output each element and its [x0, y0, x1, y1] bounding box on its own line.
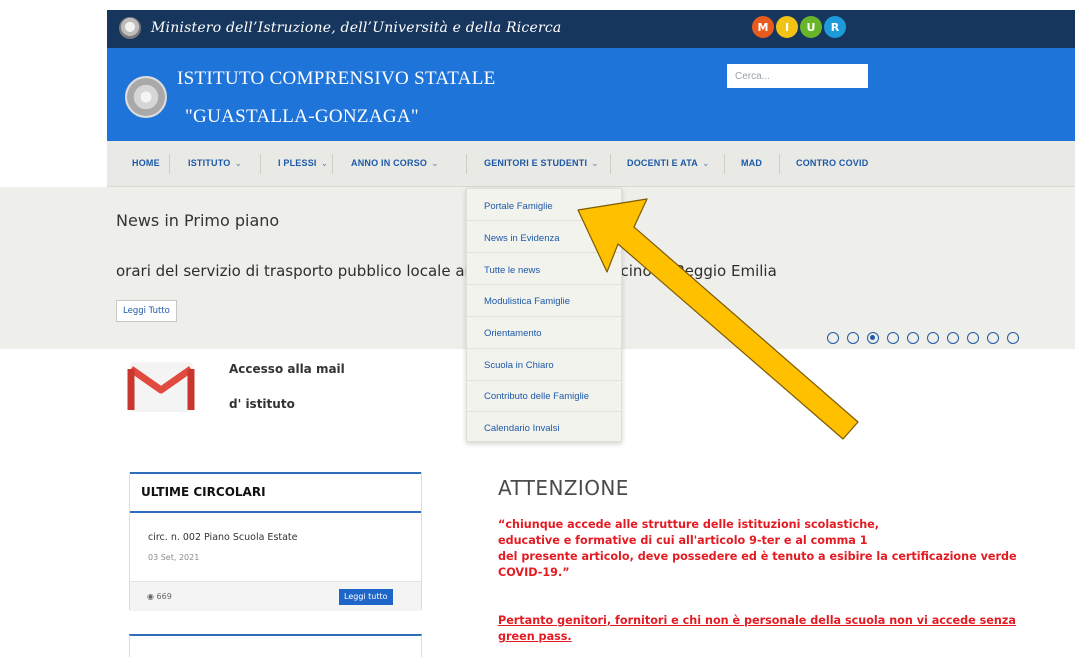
nav-separator: [169, 154, 170, 174]
menu-divider: [467, 380, 621, 381]
genitori-studenti-dropdown: Portale Famiglie News in Evidenza Tutte …: [466, 188, 622, 442]
italian-republic-emblem-icon: [119, 17, 141, 39]
menu-divider: [467, 411, 621, 412]
search-input[interactable]: [727, 64, 868, 88]
circolari-widget: ULTIME CIRCOLARI circ. n. 002 Piano Scuo…: [129, 472, 422, 611]
nav-separator: [260, 154, 261, 174]
main-navigation: HOME ISTITUTO ⌄ I PLESSI ⌄ ANNO IN CORSO ⌄ …: [107, 141, 1075, 187]
nav-separator: [724, 154, 725, 174]
nav-label: HOME: [132, 158, 160, 168]
nav-istituto[interactable]: ISTITUTO ⌄: [188, 158, 242, 169]
nav-label: ISTITUTO: [188, 158, 231, 168]
nav-mad[interactable]: MAD: [741, 158, 762, 168]
school-name-line1: ISTITUTO COMPRENSIVO STATALE: [177, 68, 496, 89]
slider-dot[interactable]: [927, 332, 939, 344]
nav-label: GENITORI E STUDENTI: [484, 158, 588, 168]
menu-item-tutte-le-news[interactable]: Tutte le news: [484, 265, 540, 276]
nav-separator: [779, 154, 780, 174]
nav-i-plessi[interactable]: I PLESSI ⌄: [278, 158, 328, 169]
nav-label: DOCENTI E ATA: [627, 158, 698, 168]
ministry-topbar: Ministero dell’Istruzione, dell’Universi…: [107, 10, 1075, 48]
menu-divider: [467, 284, 621, 285]
menu-item-portale-famiglie[interactable]: Portale Famiglie: [484, 201, 553, 212]
attention-line: del presente articolo, deve possedere ed…: [498, 550, 1017, 563]
miur-letter-u: U: [800, 16, 822, 38]
green-pass-notice-link[interactable]: Pertanto genitori, fornitori e chi non è…: [498, 613, 1016, 645]
circolari-next-card: [129, 634, 422, 657]
nav-contro-covid[interactable]: CONTRO COVID: [796, 158, 868, 168]
nav-label: ANNO IN CORSO: [351, 158, 428, 168]
menu-divider: [467, 252, 621, 253]
slider-dot-active[interactable]: [867, 332, 879, 344]
nav-label: I PLESSI: [278, 158, 317, 168]
slider-dot[interactable]: [887, 332, 899, 344]
nav-separator: [332, 154, 333, 174]
menu-divider: [467, 316, 621, 317]
mail-access-subtitle[interactable]: d' istituto: [229, 397, 295, 411]
attention-line: “chiunque accede alle strutture delle is…: [498, 518, 880, 531]
nav-home[interactable]: HOME: [132, 158, 160, 168]
mail-access-title[interactable]: Accesso alla mail: [229, 362, 345, 376]
miur-letter-r: R: [824, 16, 846, 38]
attention-line: COVID-19.”: [498, 566, 570, 579]
chevron-down-icon: ⌄: [431, 158, 439, 168]
notice-line: green pass.: [498, 630, 572, 643]
nav-docenti-e-ata[interactable]: DOCENTI E ATA ⌄: [627, 158, 710, 169]
slider-dot[interactable]: [987, 332, 999, 344]
slider-pagination: [827, 332, 1019, 344]
chevron-down-icon: ⌄: [320, 158, 329, 168]
menu-item-news-in-evidenza[interactable]: News in Evidenza: [484, 233, 560, 244]
school-header: ISTITUTO COMPRENSIVO STATALE "GUASTALLA-…: [107, 48, 1075, 141]
views-count: ◉ 669: [147, 592, 172, 601]
attention-body: “chiunque accede alle strutture delle is…: [498, 517, 1017, 581]
eye-icon: ◉: [147, 592, 154, 601]
read-more-button[interactable]: Leggi Tutto: [116, 300, 177, 322]
nav-label: CONTRO COVID: [796, 158, 869, 168]
menu-item-contributo-famiglie[interactable]: Contributo delle Famiglie: [484, 391, 589, 402]
nav-separator: [466, 154, 467, 174]
school-name-line2: "GUASTALLA-GONZAGA": [185, 106, 419, 127]
menu-divider: [467, 220, 621, 221]
miur-letter-i: I: [776, 16, 798, 38]
circolare-title[interactable]: circ. n. 002 Piano Scuola Estate: [148, 532, 298, 543]
circolare-date: 03 Set, 2021: [148, 553, 200, 562]
slider-dot[interactable]: [907, 332, 919, 344]
attention-title: ATTENZIONE: [498, 476, 629, 500]
menu-divider: [467, 348, 621, 349]
nav-separator: [610, 154, 611, 174]
news-section-title: News in Primo piano: [116, 211, 280, 230]
circolari-heading: ULTIME CIRCOLARI: [141, 485, 266, 499]
slider-dot[interactable]: [947, 332, 959, 344]
slider-dot[interactable]: [967, 332, 979, 344]
read-all-button[interactable]: Leggi tutto: [339, 589, 393, 605]
chevron-down-icon: ⌄: [234, 158, 243, 168]
news-headline[interactable]: orari del servizio di trasporto pubblico…: [116, 262, 777, 280]
chevron-down-icon: ⌄: [701, 158, 710, 168]
gmail-icon[interactable]: [127, 360, 195, 414]
menu-item-scuola-in-chiaro[interactable]: Scuola in Chiaro: [484, 360, 554, 371]
attention-line: educative e formative di cui all'articol…: [498, 534, 868, 547]
notice-line: Pertanto genitori, fornitori e chi non è…: [498, 614, 1016, 627]
circolare-footer: ◉ 669 Leggi tutto: [130, 581, 421, 611]
nav-label: MAD: [741, 158, 763, 168]
slider-dot[interactable]: [1007, 332, 1019, 344]
menu-item-calendario-invalsi[interactable]: Calendario Invalsi: [484, 423, 560, 434]
menu-item-orientamento[interactable]: Orientamento: [484, 328, 542, 339]
ministry-title: Ministero dell’Istruzione, dell’Universi…: [151, 20, 562, 36]
menu-item-modulistica-famiglie[interactable]: Modulistica Famiglie: [484, 296, 570, 307]
views-value: 669: [156, 592, 172, 601]
slider-dot[interactable]: [847, 332, 859, 344]
nav-genitori-e-studenti[interactable]: GENITORI E STUDENTI ⌄: [484, 158, 599, 169]
slider-dot[interactable]: [827, 332, 839, 344]
nav-anno-in-corso[interactable]: ANNO IN CORSO ⌄: [351, 158, 439, 169]
miur-letter-m: M: [752, 16, 774, 38]
chevron-down-icon: ⌄: [591, 158, 599, 168]
heading-divider: [130, 511, 421, 513]
miur-logo[interactable]: M I U R: [752, 16, 846, 38]
school-emblem-icon: [125, 76, 167, 118]
